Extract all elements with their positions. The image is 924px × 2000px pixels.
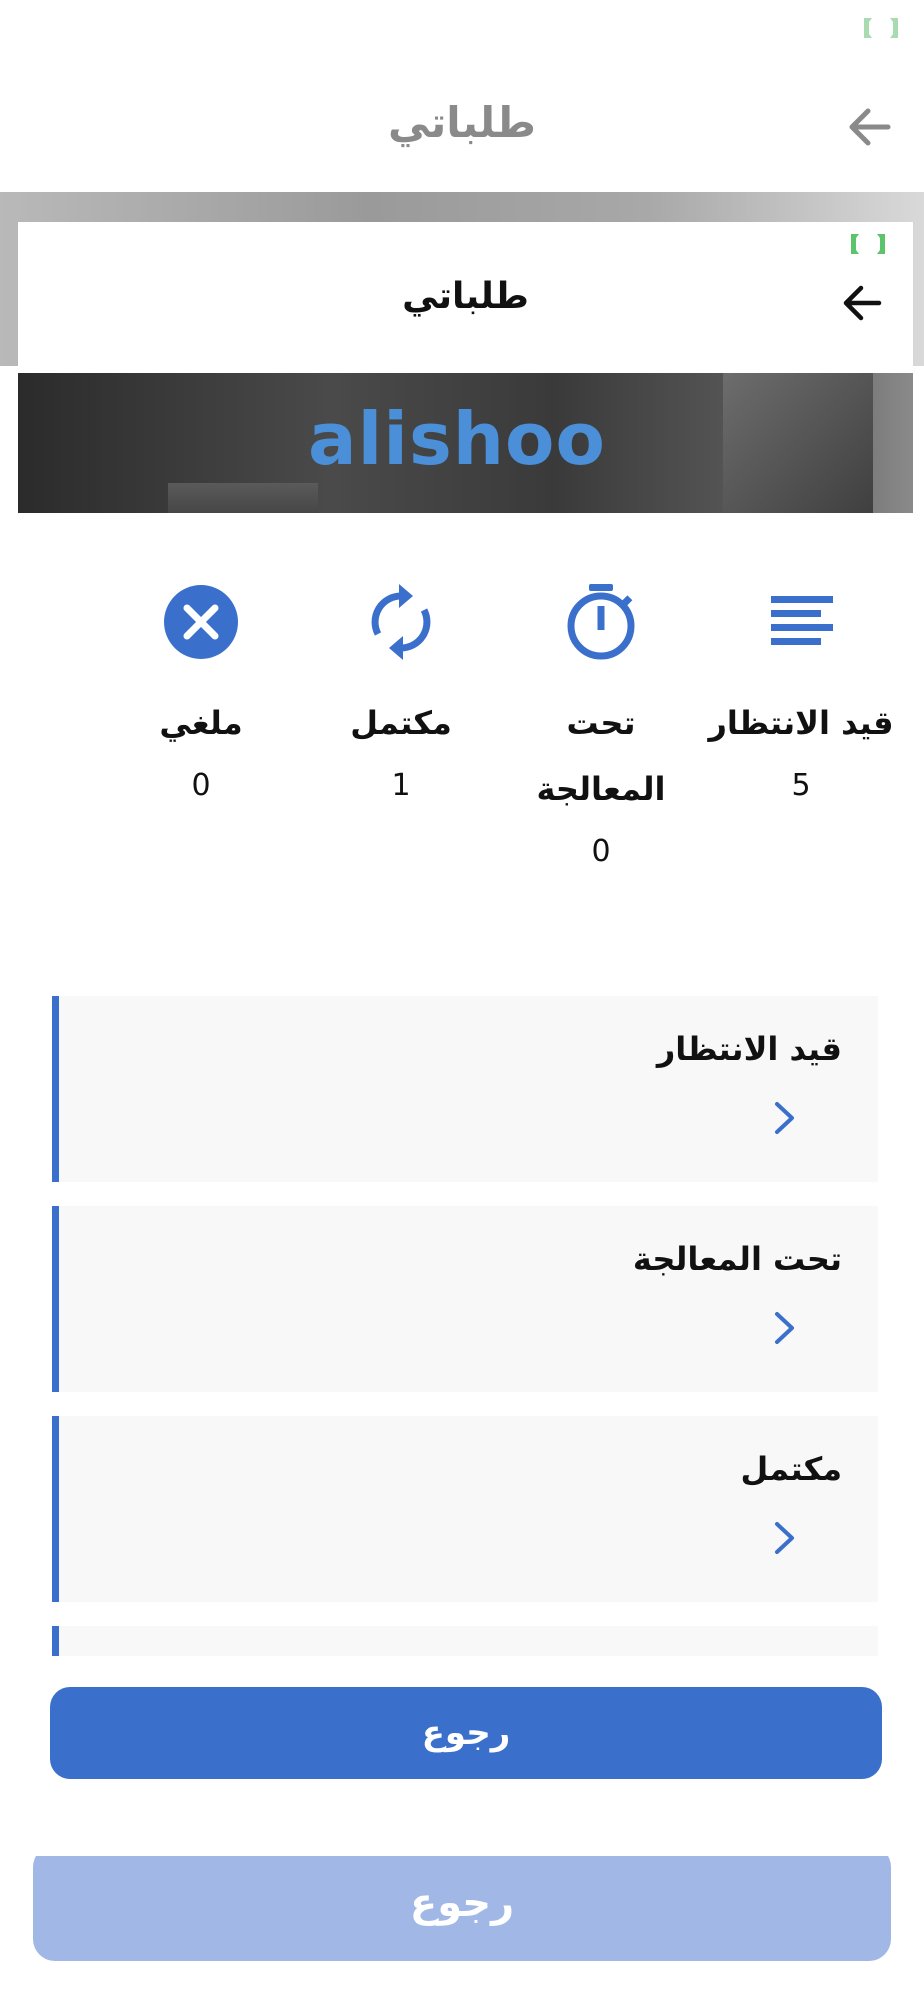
back-arrow-icon[interactable] [839,280,885,326]
orders-screen: طلباتي alishoo قيد الانتظار 5 تحت المعال… [18,222,913,1856]
refresh-icon [371,584,431,660]
page-title: طلباتي [402,276,529,317]
background-header: طلباتي [0,70,924,190]
list-item-completed[interactable]: مكتمل [52,1416,878,1602]
stat-count: 1 [391,768,411,803]
banner-decoration [168,483,318,513]
stat-count: 0 [191,768,211,803]
order-stats: قيد الانتظار 5 تحت المعالجة 0 مكتمل 1 مل… [18,582,913,912]
list-item-cancelled[interactable] [52,1626,878,1656]
background-back-arrow-icon [849,108,891,146]
stopwatch-icon [567,584,635,660]
list-item-label: تحت المعالجة [632,1240,842,1278]
stat-processing[interactable]: تحت المعالجة 0 [501,582,701,869]
orders-list: قيد الانتظار تحت المعالجة مكتمل [52,996,878,1656]
brand-banner: alishoo [18,373,913,513]
status-indicator-icon [864,18,898,38]
stat-label: تحت المعالجة [536,704,666,808]
back-button[interactable]: رجوع [50,1687,882,1779]
status-indicator-icon [851,234,885,254]
chevron-right-icon [775,1522,794,1554]
stat-label: ملغي [159,704,243,742]
chevron-right-icon [775,1312,794,1344]
background-page-title: طلباتي [388,98,536,147]
stat-completed[interactable]: مكتمل 1 [301,582,501,803]
background-back-button: رجوع [33,1845,891,1961]
brand-logo-text: alishoo [308,397,606,481]
list-item-pending[interactable]: قيد الانتظار [52,996,878,1182]
stat-count: 5 [791,768,811,803]
app-header: طلباتي [18,262,913,350]
banner-decoration [723,373,873,513]
stat-label: مكتمل [350,704,452,742]
list-item-label: قيد الانتظار [656,1030,842,1068]
stat-label: قيد الانتظار [708,704,894,742]
list-item-processing[interactable]: تحت المعالجة [52,1206,878,1392]
stat-pending[interactable]: قيد الانتظار 5 [701,582,901,803]
brand-logo: alishoo [308,397,606,481]
list-item-label: مكتمل [740,1450,843,1488]
stat-count: 0 [591,834,611,869]
chevron-right-icon [775,1102,794,1134]
list-lines-icon [771,596,833,645]
cancel-circle-icon [164,585,238,659]
stat-cancelled[interactable]: ملغي 0 [101,582,301,803]
